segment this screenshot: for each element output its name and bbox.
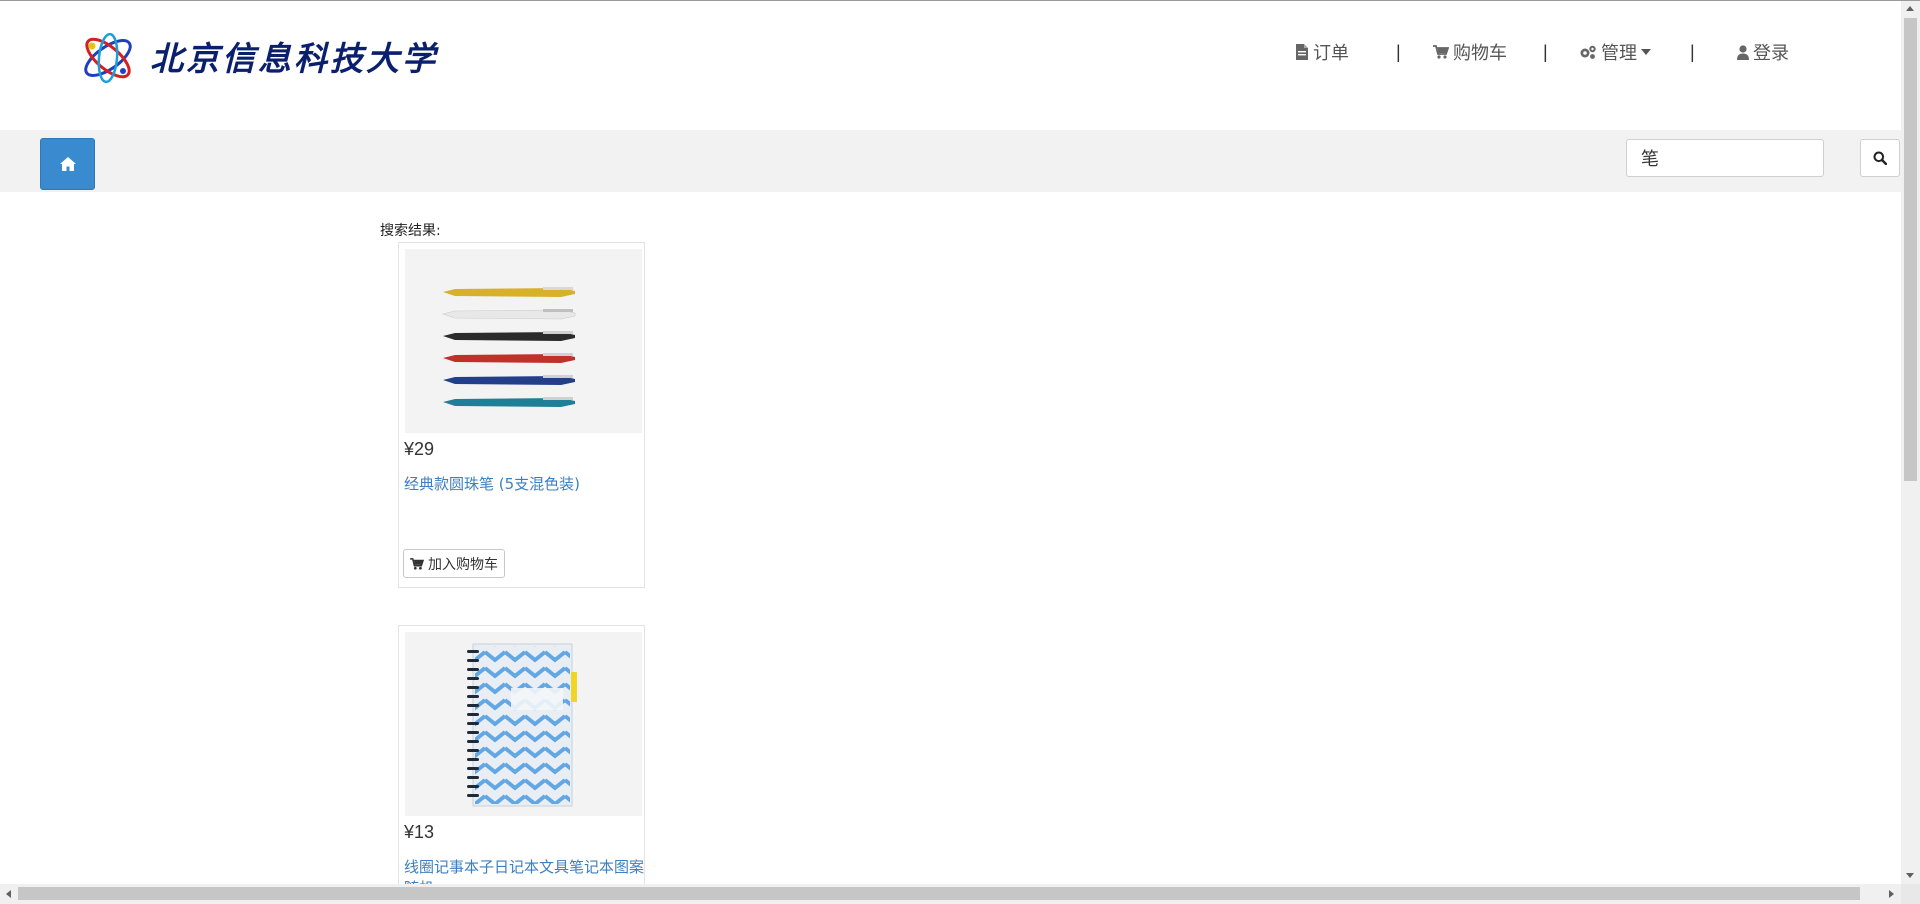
home-button[interactable] [40,138,95,190]
vertical-scrollbar[interactable] [1901,1,1920,884]
page-viewport: 北京信息科技大学 订单 | 购物车 | 管理 | 登录 笔 搜索结果: ¥29 … [0,1,1901,884]
nav-login[interactable]: 登录 [1737,39,1789,65]
scrollbar-corner [1901,884,1920,904]
notebook-image [467,643,577,807]
cart-icon [1433,45,1449,59]
nav-separator: | [1690,41,1695,62]
scroll-left-arrow-icon[interactable] [6,890,11,898]
search-icon [1873,151,1887,165]
cart-icon [410,557,424,570]
add-to-cart-button[interactable]: 加入购物车 [403,549,505,578]
vertical-scroll-thumb[interactable] [1904,18,1917,481]
product-name-link[interactable]: 线圈记事本子日记本文具笔记本图案随机 [404,857,644,884]
nav-cart-label: 购物车 [1453,43,1507,63]
add-to-cart-label: 加入购物车 [428,556,498,573]
horizontal-scrollbar[interactable] [0,884,1901,904]
horizontal-scroll-thumb[interactable] [18,887,1860,900]
nav-orders-label: 订单 [1313,43,1349,63]
nav-admin-dropdown[interactable]: 管理 [1579,39,1651,65]
scroll-right-arrow-icon[interactable] [1889,890,1894,898]
site-header: 北京信息科技大学 订单 | 购物车 | 管理 | 登录 [0,1,1901,130]
product-card: ¥13 线圈记事本子日记本文具笔记本图案随机 [398,625,645,884]
home-icon [59,157,76,171]
product-name-link[interactable]: 经典款圆珠笔 (5支混色装) [404,474,644,495]
svg-text:北京信息科技大学: 北京信息科技大学 [150,39,439,78]
product-price: ¥29 [404,439,435,459]
nav-login-label: 登录 [1753,43,1789,63]
search-input[interactable] [1626,139,1824,177]
pens-image [441,287,576,407]
nav-orders[interactable]: 订单 [1295,39,1349,65]
gears-icon [1580,45,1596,59]
nav-separator: | [1396,41,1401,62]
university-logo[interactable]: 北京信息科技大学 [78,28,454,88]
product-image[interactable] [405,249,642,433]
scroll-up-arrow-icon[interactable] [1906,6,1914,11]
product-card: ¥29 经典款圆珠笔 (5支混色装) 加入购物车 [398,242,645,588]
scroll-down-arrow-icon[interactable] [1906,873,1914,878]
user-icon [1737,44,1749,60]
nav-separator: | [1543,41,1548,62]
product-price: ¥13 [404,822,435,842]
nav-cart[interactable]: 购物车 [1433,39,1507,65]
nav-admin-label: 管理 [1601,43,1637,63]
search-button[interactable] [1860,139,1900,177]
results-label: 搜索结果: [380,223,441,239]
caret-down-icon [1641,49,1651,55]
product-image[interactable] [405,632,642,816]
file-icon [1296,44,1308,60]
search-toolbar [0,130,1901,192]
